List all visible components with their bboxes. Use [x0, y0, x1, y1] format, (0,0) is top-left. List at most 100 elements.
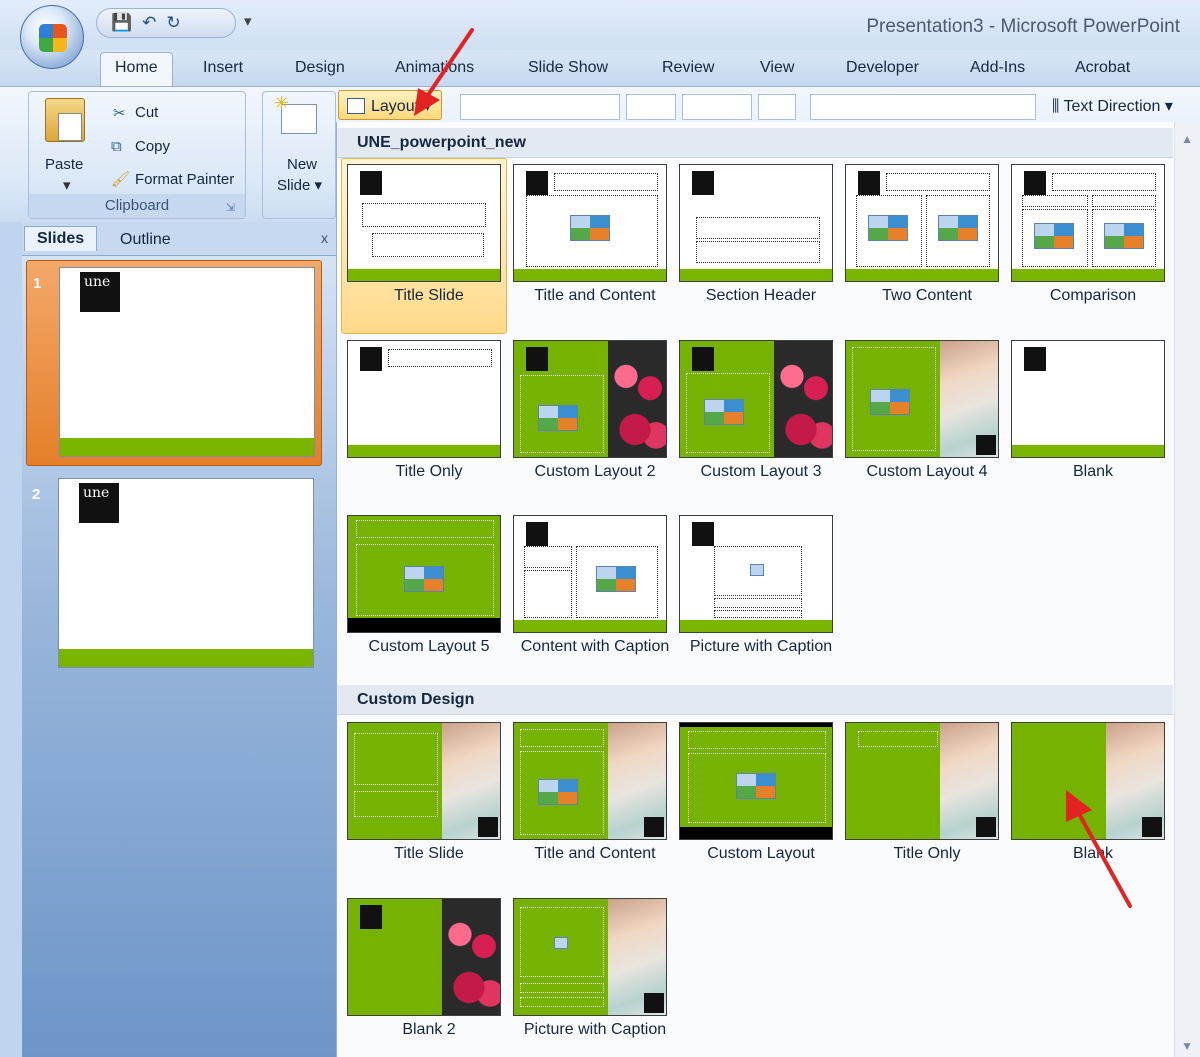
customize-qat-button[interactable]: ▾ — [244, 12, 252, 30]
new-slide-dropdown[interactable]: Slide ▾ — [277, 176, 322, 194]
layout-thumbnail — [513, 515, 667, 633]
new-slide-icon[interactable] — [274, 93, 317, 134]
scroll-up-icon[interactable]: ▲ — [1181, 132, 1193, 146]
dialog-launcher-icon[interactable]: ⇲ — [226, 201, 235, 214]
layout-thumbnail — [513, 722, 667, 840]
layout-blank[interactable]: Blank — [1011, 340, 1175, 482]
scroll-down-icon[interactable]: ▼ — [1181, 1039, 1193, 1053]
layout-label: Two Content — [882, 287, 972, 304]
section-header: UNE_powerpoint_new — [337, 128, 1173, 158]
layout-two-content[interactable]: Two Content — [845, 164, 1009, 306]
title-placeholder — [858, 731, 938, 747]
tab-acrobat[interactable]: Acrobat — [1075, 59, 1130, 77]
content-icons — [868, 215, 908, 241]
layout-label: Comparison — [1049, 287, 1137, 304]
copy-icon[interactable]: ⧉ — [111, 138, 122, 155]
slide-thumbnail-2[interactable]: 2 une — [26, 472, 322, 678]
layout-comparison[interactable]: Comparison — [1011, 164, 1175, 306]
tab-animations[interactable]: Animations — [395, 59, 474, 77]
layout-custom-blank-2[interactable]: Blank 2 — [347, 898, 511, 1040]
caption-text — [714, 610, 802, 618]
title-placeholder — [1052, 173, 1156, 191]
layout-custom-layout-3[interactable]: Custom Layout 3 — [679, 340, 843, 482]
layout-custom-layout[interactable]: Custom Layout — [679, 722, 843, 864]
tab-slides[interactable]: Slides — [24, 226, 98, 251]
layout-thumbnail — [679, 515, 833, 633]
slide-preview: une — [58, 478, 314, 668]
content-icons — [736, 773, 776, 799]
layout-custom-title-and-content[interactable]: Title and Content — [513, 722, 677, 864]
new-slide-label[interactable]: New — [287, 156, 317, 173]
layout-thumbnail — [679, 722, 833, 840]
gallery-scrollbar[interactable]: ▲ ▼ — [1174, 122, 1200, 1057]
cut-button[interactable]: Cut — [135, 104, 158, 121]
text-direction-button[interactable]: ⫼ Text Direction ▾ — [1052, 96, 1173, 116]
layout-custom-layout-2[interactable]: Custom Layout 2 — [513, 340, 677, 482]
copy-button[interactable]: Copy — [135, 138, 170, 155]
save-icon[interactable]: 💾 — [111, 13, 132, 33]
footer-bar — [348, 269, 500, 281]
font-name-box[interactable] — [460, 94, 620, 120]
une-logo: une — [80, 272, 120, 312]
title-placeholder — [886, 173, 990, 191]
tab-insert[interactable]: Insert — [203, 59, 243, 77]
person-photo — [940, 341, 998, 457]
tab-developer[interactable]: Developer — [846, 59, 919, 77]
redo-icon[interactable]: ↻ — [166, 13, 180, 33]
layout-thumbnail — [845, 722, 999, 840]
ribbon-tabs: Home Insert Design Animations Slide Show… — [0, 50, 1200, 87]
tab-review[interactable]: Review — [662, 59, 714, 77]
layout-section-header[interactable]: Section Header — [679, 164, 843, 306]
paragraph-controls[interactable] — [810, 94, 1036, 120]
layout-custom-layout-4[interactable]: Custom Layout 4 — [845, 340, 1009, 482]
section-header: Custom Design — [337, 685, 1173, 715]
tab-slide-show[interactable]: Slide Show — [528, 59, 608, 77]
layout-custom-picture-with-caption[interactable]: Picture with Caption — [513, 898, 677, 1040]
slide-thumbnail-1[interactable]: 1 une — [26, 260, 322, 466]
tab-design[interactable]: Design — [295, 59, 345, 77]
layout-title-and-content[interactable]: Title and Content — [513, 164, 677, 306]
layout-custom-blank[interactable]: Blank — [1011, 722, 1175, 864]
font-grow-shrink[interactable] — [682, 94, 752, 120]
clear-formatting-button[interactable] — [758, 94, 796, 120]
content-icons — [404, 566, 444, 592]
format-painter-icon[interactable]: 🖌 — [111, 170, 130, 188]
logo-mark — [644, 993, 664, 1013]
tab-add-ins[interactable]: Add-Ins — [970, 59, 1025, 77]
layout-label: Title Slide — [394, 845, 464, 862]
caption-text — [524, 570, 572, 618]
font-size-box[interactable] — [626, 94, 676, 120]
footer-bar — [1012, 445, 1164, 457]
tab-outline[interactable]: Outline — [108, 228, 183, 252]
layout-label: Title and Content — [534, 287, 656, 304]
office-button[interactable] — [20, 5, 84, 69]
quick-access-toolbar: 💾 ↶ ↻ — [96, 8, 236, 38]
heading-left — [1022, 195, 1088, 207]
layout-title-slide[interactable]: Title Slide — [341, 158, 511, 334]
tab-view[interactable]: View — [760, 59, 794, 77]
layout-label: Title and Content — [534, 845, 656, 862]
content-icons — [570, 215, 610, 241]
clipboard-group-label: Clipboard — [29, 194, 245, 218]
format-painter-button[interactable]: Format Painter — [135, 171, 234, 188]
title-placeholder — [696, 217, 820, 239]
layout-title-only[interactable]: Title Only — [347, 340, 511, 482]
layout-label: Custom Layout 2 — [534, 463, 656, 480]
paste-icon[interactable] — [45, 98, 85, 142]
content-icons — [596, 566, 636, 592]
layout-custom-title-slide[interactable]: Title Slide — [347, 722, 511, 864]
undo-icon[interactable]: ↶ — [142, 13, 156, 33]
close-icon[interactable]: x — [321, 230, 328, 246]
layout-picture-with-caption[interactable]: Picture with Caption — [679, 515, 843, 657]
layout-custom-layout-5[interactable]: Custom Layout 5 — [347, 515, 511, 657]
layout-content-with-caption[interactable]: Content with Caption — [513, 515, 677, 657]
tab-home[interactable]: Home — [100, 52, 173, 87]
paste-button[interactable]: Paste — [45, 156, 83, 173]
title-bar: 💾 ↶ ↻ ▾ Presentation3 - Microsoft PowerP… — [0, 0, 1200, 69]
cut-icon[interactable]: ✂ — [113, 104, 126, 122]
logo-mark — [1024, 171, 1046, 195]
paste-dropdown-icon[interactable]: ▾ — [63, 176, 71, 194]
logo-mark — [360, 905, 382, 929]
layout-custom-title-only[interactable]: Title Only — [845, 722, 1009, 864]
layout-button[interactable]: Layout ▾ — [338, 90, 442, 120]
